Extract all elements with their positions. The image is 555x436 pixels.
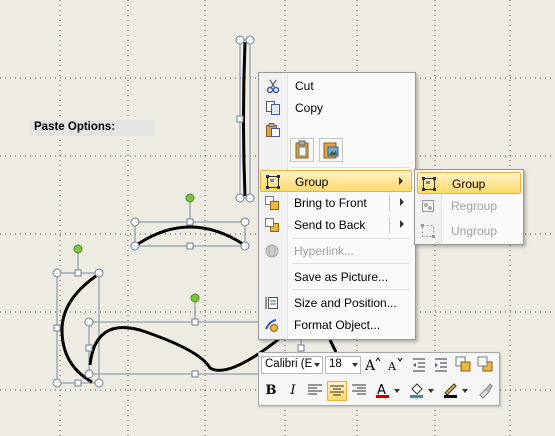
shape-outline-dropdown[interactable] xyxy=(461,381,469,401)
menu-separator xyxy=(292,238,410,239)
format-painter-button[interactable] xyxy=(475,381,495,401)
submenu-item-ungroup[interactable]: Ungroup xyxy=(417,220,521,242)
pen-icon xyxy=(444,383,457,398)
chevron-down-icon xyxy=(428,389,434,393)
submenu-item-label: Group xyxy=(452,177,486,191)
menu-item-label: Group xyxy=(295,175,329,189)
submenu-arrow-icon xyxy=(399,177,403,185)
menu-item-group[interactable]: Group xyxy=(260,170,412,192)
submenu-item-regroup[interactable]: Regroup xyxy=(417,195,521,217)
font-name-value: Calibri (E xyxy=(265,358,313,370)
align-center-icon xyxy=(330,385,344,396)
send-to-back-icon xyxy=(265,218,279,232)
menu-item-label: Cut xyxy=(295,79,314,93)
regroup-icon xyxy=(422,200,434,212)
decrease-indent-icon xyxy=(413,358,425,372)
menu-separator xyxy=(292,289,410,290)
format-painter-icon xyxy=(479,383,493,399)
submenu-arrow-icon[interactable] xyxy=(400,220,404,228)
group-icon xyxy=(266,175,280,189)
bring-forward-button[interactable] xyxy=(453,355,473,375)
align-center-button[interactable] xyxy=(327,381,347,401)
grow-font-icon: A xyxy=(364,357,381,374)
increase-indent-icon xyxy=(435,358,447,372)
menu-item-send-to-back[interactable]: Send to Back xyxy=(260,214,412,236)
group-icon xyxy=(422,177,436,191)
menu-separator xyxy=(292,263,410,264)
font-color-dropdown[interactable] xyxy=(393,381,401,401)
copy-icon xyxy=(266,101,280,115)
paste-as-picture-button[interactable] xyxy=(319,138,343,162)
bring-to-front-icon xyxy=(265,196,279,210)
italic-icon: I xyxy=(290,383,296,398)
svg-text:A: A xyxy=(387,360,397,373)
align-left-button[interactable] xyxy=(305,381,325,401)
shape-fill-button[interactable] xyxy=(407,381,427,401)
shrink-font-icon: A xyxy=(387,357,403,373)
group-submenu: Group Regroup Ungroup xyxy=(414,169,524,245)
menu-item-label: Send to Back xyxy=(294,218,366,232)
menu-item-format-object[interactable]: Format Object... xyxy=(260,314,412,336)
mini-toolbar: Calibri (E 18 A A B I A xyxy=(258,352,500,406)
menu-item-label: Size and Position... xyxy=(294,296,397,310)
menu-item-save-as-picture[interactable]: Save as Picture... xyxy=(260,266,412,288)
align-right-icon xyxy=(352,384,366,395)
chevron-down-icon[interactable] xyxy=(314,363,320,367)
paste-picture-icon xyxy=(323,142,339,159)
ungroup-icon xyxy=(421,224,435,238)
shape-arch[interactable] xyxy=(130,193,250,251)
font-color-icon: A xyxy=(376,383,389,398)
menu-item-copy[interactable]: Copy xyxy=(261,97,413,119)
menu-item-bring-to-front[interactable]: Bring to Front xyxy=(260,192,412,214)
paste-icon xyxy=(266,123,280,137)
menu-item-hyperlink[interactable]: Hyperlink... xyxy=(260,240,412,262)
menu-item-size-and-position[interactable]: Size and Position... xyxy=(260,292,412,314)
chevron-down-icon xyxy=(394,389,400,393)
size-position-icon xyxy=(265,297,278,309)
submenu-item-label: Ungroup xyxy=(451,224,498,238)
send-backward-icon xyxy=(477,356,493,372)
menu-item-cut[interactable]: Cut xyxy=(261,75,413,97)
font-size-value: 18 xyxy=(329,358,342,370)
italic-button[interactable]: I xyxy=(283,381,303,401)
menu-separator xyxy=(292,167,410,168)
decrease-indent-button[interactable] xyxy=(409,355,429,375)
shape-fill-dropdown[interactable] xyxy=(427,381,435,401)
bring-forward-icon xyxy=(455,356,471,372)
split-separator xyxy=(389,217,390,233)
paste-keep-formatting-icon xyxy=(295,140,309,159)
paste-options-label: Paste Options: xyxy=(34,121,116,133)
submenu-item-label: Regroup xyxy=(451,199,498,213)
submenu-arrow-icon[interactable] xyxy=(400,198,404,206)
menu-item-label: Bring to Front xyxy=(294,196,367,210)
svg-text:A: A xyxy=(364,358,376,373)
menu-item-label: Hyperlink... xyxy=(294,244,355,258)
font-color-button[interactable]: A xyxy=(373,381,393,401)
align-right-button[interactable] xyxy=(349,381,369,401)
grow-font-button[interactable]: A xyxy=(363,355,383,375)
submenu-item-group[interactable]: Group xyxy=(417,172,521,194)
scissors-icon xyxy=(266,79,280,94)
font-name-combobox[interactable]: Calibri (E xyxy=(261,356,323,374)
menu-item-label: Copy xyxy=(295,101,324,115)
paste-keep-formatting-button[interactable] xyxy=(290,138,314,162)
chevron-down-icon xyxy=(462,389,468,393)
format-object-icon xyxy=(265,319,278,332)
send-backward-button[interactable] xyxy=(475,355,495,375)
font-size-combobox[interactable]: 18 xyxy=(325,356,361,374)
align-left-icon xyxy=(308,384,322,395)
split-separator xyxy=(389,195,390,211)
shape-outline-button[interactable] xyxy=(441,381,461,401)
bold-icon: B xyxy=(265,383,277,398)
shape-vertical-line[interactable] xyxy=(235,35,255,203)
bold-button[interactable]: B xyxy=(261,381,281,401)
menu-item-label: Format Object... xyxy=(294,318,381,332)
paste-options-header: Paste Options: xyxy=(30,120,154,136)
paint-bucket-icon xyxy=(410,383,423,398)
chevron-down-icon[interactable] xyxy=(352,363,358,367)
hyperlink-icon xyxy=(265,244,279,258)
increase-indent-button[interactable] xyxy=(431,355,451,375)
shrink-font-button[interactable]: A xyxy=(385,355,405,375)
menu-item-label: Save as Picture... xyxy=(294,270,389,284)
